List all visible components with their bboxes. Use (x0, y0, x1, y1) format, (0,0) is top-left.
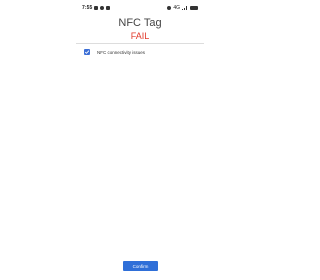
network-type: 4G (173, 5, 180, 11)
status-time: 7:55 (82, 5, 93, 11)
notification-icon (94, 6, 99, 10)
page-title: NFC Tag (118, 17, 162, 29)
status-bar: 7:55 4G (82, 4, 198, 12)
nfc-test-screen: 7:55 4G NFC Tag FAIL NFC connectivity is… (0, 0, 280, 280)
checkbox[interactable] (84, 49, 90, 55)
check-item[interactable]: NFC connectivity issues (84, 49, 145, 55)
alarm-icon (167, 6, 172, 10)
check-icon (84, 50, 90, 54)
status-right: 4G (167, 5, 198, 11)
battery-icon (190, 6, 198, 10)
status-left: 7:55 (82, 5, 111, 11)
notification-icon (100, 6, 105, 10)
test-result: FAIL (130, 31, 150, 41)
check-label: NFC connectivity issues (97, 49, 146, 55)
divider (76, 43, 204, 44)
confirm-button[interactable]: Confirm (123, 261, 158, 271)
notification-icon (106, 6, 111, 10)
signal-icon (182, 6, 188, 10)
